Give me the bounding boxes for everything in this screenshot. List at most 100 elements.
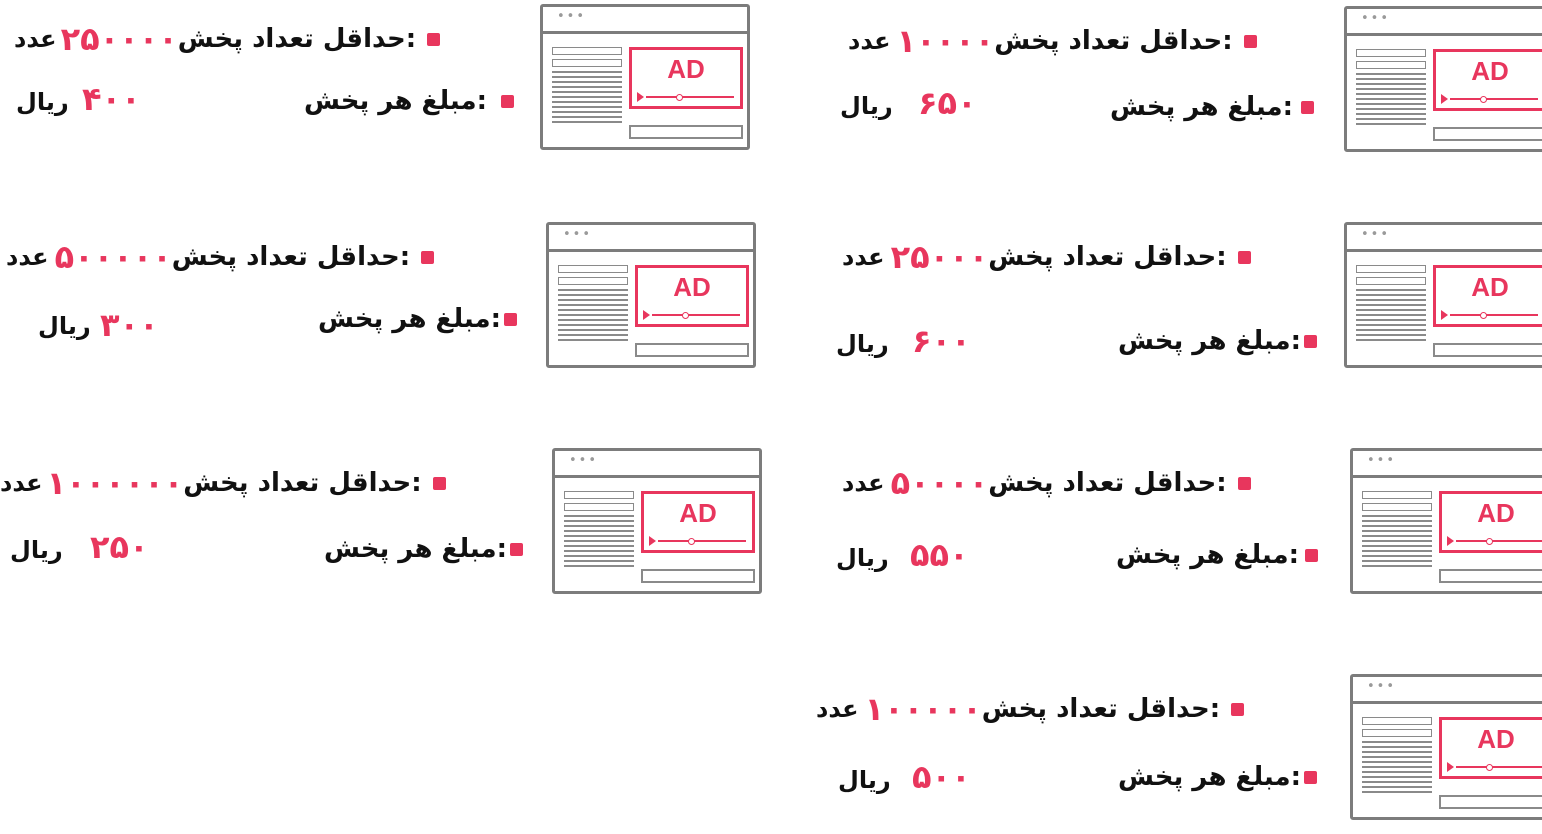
price-value: ۲۵۰ [90,528,149,566]
min-count-label: حداقل تعداد پخش: [981,694,1221,724]
window-dots-icon: ••• [569,453,599,468]
browser-title-bar: ••• [1347,225,1542,252]
browser-ad-icon: ••• AD [546,222,756,368]
text-lines-icon [1356,49,1426,141]
price-value: ۴۰۰ [82,80,141,118]
window-dots-icon: ••• [1367,679,1397,694]
min-count-value: ۵۰۰۰۰ [890,464,989,502]
price-unit: ریال [838,766,891,794]
min-count-row: عدد ۱۰۰۰۰ حداقل تعداد پخش: [838,22,1257,60]
text-lines-icon [552,47,622,139]
bullet-icon [501,94,515,108]
min-count-row: عدد ۵۰۰۰۰۰ حداقل تعداد پخش: [6,238,435,276]
browser-title-bar: ••• [1353,451,1542,478]
video-ad-icon: AD [641,491,755,553]
price-unit: ریال [840,92,893,120]
browser-title-bar: ••• [555,451,759,478]
bullet-icon [1243,34,1257,48]
bullet-icon [510,542,524,556]
window-dots-icon: ••• [557,9,587,24]
bullet-icon [427,32,441,46]
bullet-icon [432,476,446,490]
footer-box-icon [1433,343,1542,357]
min-count-value: ۵۰۰۰۰۰ [54,238,172,276]
ad-text: AD [667,54,705,84]
video-ad-icon: AD [1433,49,1542,111]
price-label: مبلغ هر پخش: [1116,540,1300,570]
min-count-value: ۲۵۰۰۰۰ [60,20,178,58]
min-count-row: عدد ۱۰۰۰۰۰۰ حداقل تعداد پخش: [0,464,446,502]
price-label: مبلغ هر پخش: [324,534,508,564]
price-label: مبلغ هر پخش: [1118,762,1302,792]
footer-box-icon [1433,127,1542,141]
window-dots-icon: ••• [1361,11,1391,26]
ad-plan-card: عدد ۲۵۰۰۰۰ حداقل تعداد پخش: ریال ۴۰۰ مبل… [0,4,780,164]
price-label: مبلغ هر پخش: [318,304,502,334]
video-ad-icon: AD [1439,717,1542,779]
price-label: مبلغ هر پخش: [304,86,488,116]
footer-box-icon [641,569,755,583]
price-unit: ریال [836,544,889,572]
browser-title-bar: ••• [543,7,747,34]
ad-plan-card: عدد ۱۰۰۰۰ حداقل تعداد پخش: ریال ۶۵۰ مبلغ… [800,6,1542,166]
price-unit: ریال [16,88,69,116]
browser-ad-icon: ••• AD [552,448,762,594]
ad-text: AD [679,498,717,528]
min-count-value: ۱۰۰۰۰۰ [864,690,982,728]
price-unit: ریال [10,536,63,564]
count-unit: عدد [842,243,885,271]
min-count-row: عدد ۵۰۰۰۰ حداقل تعداد پخش: [832,464,1251,502]
text-lines-icon [1362,491,1432,583]
count-unit: عدد [816,695,859,723]
window-dots-icon: ••• [563,227,593,242]
text-lines-icon [1362,717,1432,809]
bullet-icon [1304,770,1318,784]
browser-title-bar: ••• [1347,9,1542,36]
ad-text: AD [673,272,711,302]
footer-box-icon [1439,569,1542,583]
ad-text: AD [1477,498,1515,528]
bullet-icon [1237,250,1251,264]
footer-box-icon [1439,795,1542,809]
window-dots-icon: ••• [1367,453,1397,468]
ad-plan-card: عدد ۱۰۰۰۰۰ حداقل تعداد پخش: ریال ۵۰۰ مبل… [800,674,1542,834]
browser-ad-icon: ••• AD [1350,448,1542,594]
min-count-row: عدد ۲۵۰۰۰ حداقل تعداد پخش: [832,238,1251,276]
count-unit: عدد [848,27,891,55]
min-count-label: حداقل تعداد پخش: [994,26,1233,56]
browser-ad-icon: ••• AD [1350,674,1542,820]
footer-box-icon [635,343,749,357]
min-count-row: عدد ۱۰۰۰۰۰ حداقل تعداد پخش: [806,690,1245,728]
price-value: ۶۵۰ [918,84,977,122]
price-value: ۳۰۰ [100,306,159,344]
price-label: مبلغ هر پخش: [1110,92,1294,122]
price-row: مبلغ هر پخش: [1116,540,1319,570]
price-value: ۵۰۰ [912,758,971,796]
price-row: مبلغ هر پخش: [318,304,518,334]
browser-ad-icon: ••• AD [1344,6,1542,152]
text-lines-icon [1356,265,1426,357]
price-unit: ریال [38,312,91,340]
bullet-icon [504,312,518,326]
min-count-label: حداقل تعداد پخش: [988,242,1227,272]
browser-ad-icon: ••• AD [540,4,750,150]
min-count-value: ۱۰۰۰۰ [896,22,995,60]
video-ad-icon: AD [1439,491,1542,553]
video-ad-icon: AD [635,265,749,327]
ad-plan-card: عدد ۲۵۰۰۰ حداقل تعداد پخش: ریال ۶۰۰ مبلغ… [800,222,1542,382]
min-count-value: ۲۵۰۰۰ [890,238,989,276]
ad-plan-card: عدد ۵۰۰۰۰۰ حداقل تعداد پخش: ریال ۳۰۰ مبل… [0,222,780,382]
bullet-icon [1231,702,1245,716]
min-count-row: عدد ۲۵۰۰۰۰ حداقل تعداد پخش: [14,20,441,58]
min-count-label: حداقل تعداد پخش: [988,468,1227,498]
ad-text: AD [1471,272,1509,302]
browser-ad-icon: ••• AD [1344,222,1542,368]
price-value: ۶۰۰ [912,322,971,360]
bullet-icon [1301,100,1315,114]
bullet-icon [1305,548,1319,562]
count-unit: عدد [6,243,49,271]
footer-box-icon [629,125,743,139]
price-row: مبلغ هر پخش: [324,534,524,564]
min-count-label: حداقل تعداد پخش: [183,468,422,498]
bullet-icon [1304,334,1318,348]
